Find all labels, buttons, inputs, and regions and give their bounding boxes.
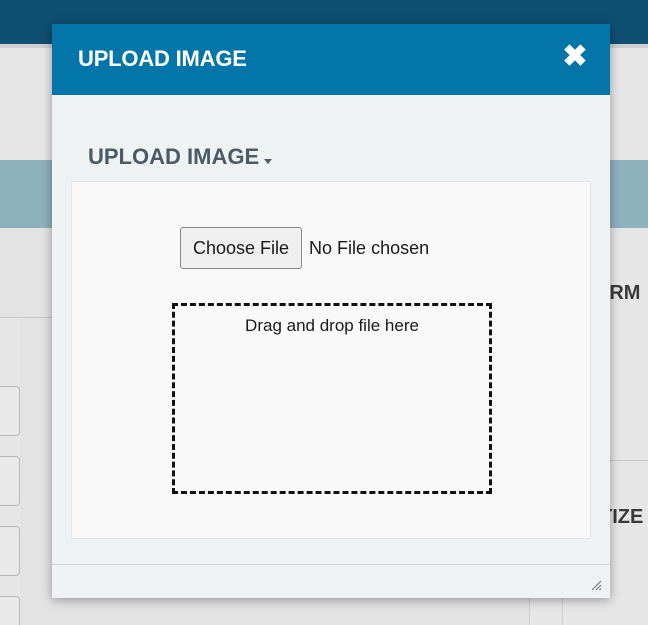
bg-field [0, 526, 20, 576]
upload-image-modal: UPLOAD IMAGE ✖ UPLOAD IMAGE Choose File … [52, 24, 610, 598]
bg-field [0, 386, 20, 436]
modal-footer-divider [52, 564, 610, 565]
upload-image-section-toggle[interactable]: UPLOAD IMAGE [88, 144, 273, 170]
drop-zone[interactable]: Drag and drop file here [172, 303, 492, 494]
resize-grip-icon[interactable] [590, 578, 602, 591]
file-status-text: No File chosen [309, 237, 430, 258]
close-icon[interactable]: ✖ [562, 42, 588, 72]
modal-header: UPLOAD IMAGE ✖ [52, 24, 610, 95]
section-title: UPLOAD IMAGE [88, 144, 260, 169]
bg-field [0, 456, 20, 506]
upload-content-box: Choose File No File chosen Drag and drop… [71, 181, 591, 539]
file-input-row: Choose File No File chosen [180, 227, 429, 269]
caret-down-icon [264, 158, 273, 164]
choose-file-button[interactable]: Choose File [180, 227, 303, 269]
bg-field [0, 596, 20, 625]
modal-title: UPLOAD IMAGE [78, 46, 247, 71]
drop-zone-text: Drag and drop file here [245, 316, 419, 335]
